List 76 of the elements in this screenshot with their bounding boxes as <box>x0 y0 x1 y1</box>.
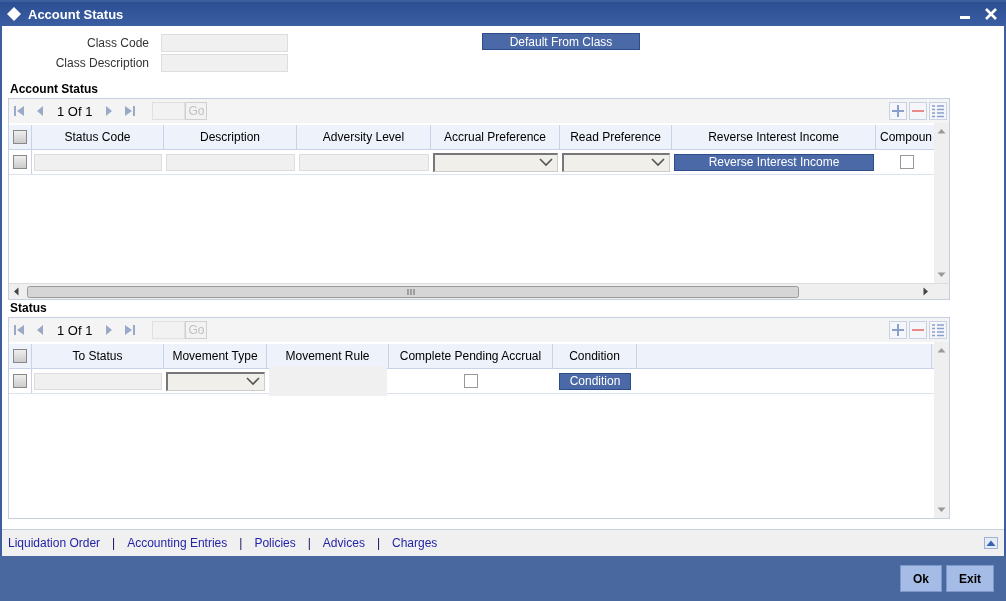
vertical-scrollbar[interactable] <box>934 342 949 518</box>
select-all-checkbox[interactable] <box>13 349 27 363</box>
scroll-up-icon[interactable] <box>937 128 946 134</box>
column-header: Description <box>164 125 297 149</box>
footer-button[interactable]: Exit <box>946 565 994 592</box>
vertical-scrollbar[interactable] <box>934 123 949 283</box>
select-all-checkbox[interactable] <box>13 130 27 144</box>
page-indicator: 1 Of 1 <box>57 103 93 119</box>
footer-button[interactable]: Ok <box>900 565 942 592</box>
last-page-icon[interactable] <box>124 324 137 336</box>
link[interactable]: Advices <box>322 536 365 550</box>
scroll-left-icon[interactable] <box>13 287 19 296</box>
page-number-field[interactable] <box>152 321 186 339</box>
default-from-class-button[interactable]: Default From Class <box>482 33 640 50</box>
link[interactable]: Policies <box>254 536 296 550</box>
cell-button[interactable]: Reverse Interest Income <box>674 153 874 171</box>
add-row-icon[interactable] <box>889 102 907 120</box>
delete-row-icon[interactable] <box>909 102 927 120</box>
column-header: Accrual Preference <box>431 125 560 149</box>
separator: | <box>112 536 116 550</box>
dropdown[interactable] <box>562 152 670 172</box>
column-header: Movement Type <box>164 344 267 368</box>
link[interactable]: Liquidation Order <box>8 536 101 550</box>
section-title: Status <box>9 300 48 317</box>
close-icon[interactable] <box>984 7 998 21</box>
add-row-icon[interactable] <box>889 321 907 339</box>
cell-button[interactable]: Condition <box>558 372 632 390</box>
column-header: Adversity Level <box>297 125 431 149</box>
field-label: Class Code <box>86 36 149 50</box>
dropdown[interactable] <box>433 152 558 172</box>
checkbox[interactable] <box>464 374 478 388</box>
diamond-icon <box>6 6 22 22</box>
link[interactable]: Charges <box>392 536 438 550</box>
scroll-right-icon[interactable] <box>923 287 929 296</box>
separator: | <box>376 536 380 550</box>
chevron-down-icon <box>246 377 260 386</box>
chevron-down-icon <box>651 158 665 167</box>
column-header: Reverse Interest Income <box>672 125 876 149</box>
column-header: Read Preference <box>560 125 672 149</box>
previous-page-icon[interactable] <box>35 324 45 336</box>
horizontal-scrollbar[interactable] <box>9 283 949 299</box>
column-header: To Status <box>32 344 164 368</box>
row-checkbox[interactable] <box>13 374 27 388</box>
section-title: Account Status <box>9 81 99 98</box>
last-page-icon[interactable] <box>124 105 137 117</box>
scroll-thumb-icon[interactable] <box>27 285 799 298</box>
previous-page-icon[interactable] <box>35 105 45 117</box>
scroll-down-icon[interactable] <box>937 272 946 278</box>
chevron-down-icon <box>539 158 553 167</box>
list-view-icon[interactable] <box>929 321 947 339</box>
window-title: Account Status <box>28 6 124 22</box>
row-checkbox[interactable] <box>13 155 27 169</box>
delete-row-icon[interactable] <box>909 321 927 339</box>
separator: | <box>307 536 311 550</box>
page-number-field[interactable] <box>152 102 186 120</box>
input-field[interactable] <box>166 153 295 171</box>
separator: | <box>239 536 243 550</box>
list-view-icon[interactable] <box>929 102 947 120</box>
column-header: Condition <box>553 344 637 368</box>
input-field[interactable] <box>161 34 288 52</box>
first-page-icon[interactable] <box>13 105 25 117</box>
input-field[interactable] <box>161 54 288 72</box>
link[interactable]: Accounting Entries <box>127 536 228 550</box>
column-header: Status Code <box>32 125 164 149</box>
input-field[interactable] <box>34 153 162 171</box>
column-header: Complete Pending Accrual <box>389 344 553 368</box>
collapse-up-icon[interactable] <box>984 537 998 549</box>
first-page-icon[interactable] <box>13 324 25 336</box>
input-field[interactable] <box>299 153 429 171</box>
scroll-down-icon[interactable] <box>937 507 946 513</box>
field-label: Class Description <box>55 56 149 70</box>
scroll-up-icon[interactable] <box>937 347 946 353</box>
input-field[interactable] <box>34 372 162 390</box>
checkbox[interactable] <box>899 155 914 169</box>
dropdown[interactable] <box>166 371 265 391</box>
page-indicator: 1 Of 1 <box>57 322 93 338</box>
